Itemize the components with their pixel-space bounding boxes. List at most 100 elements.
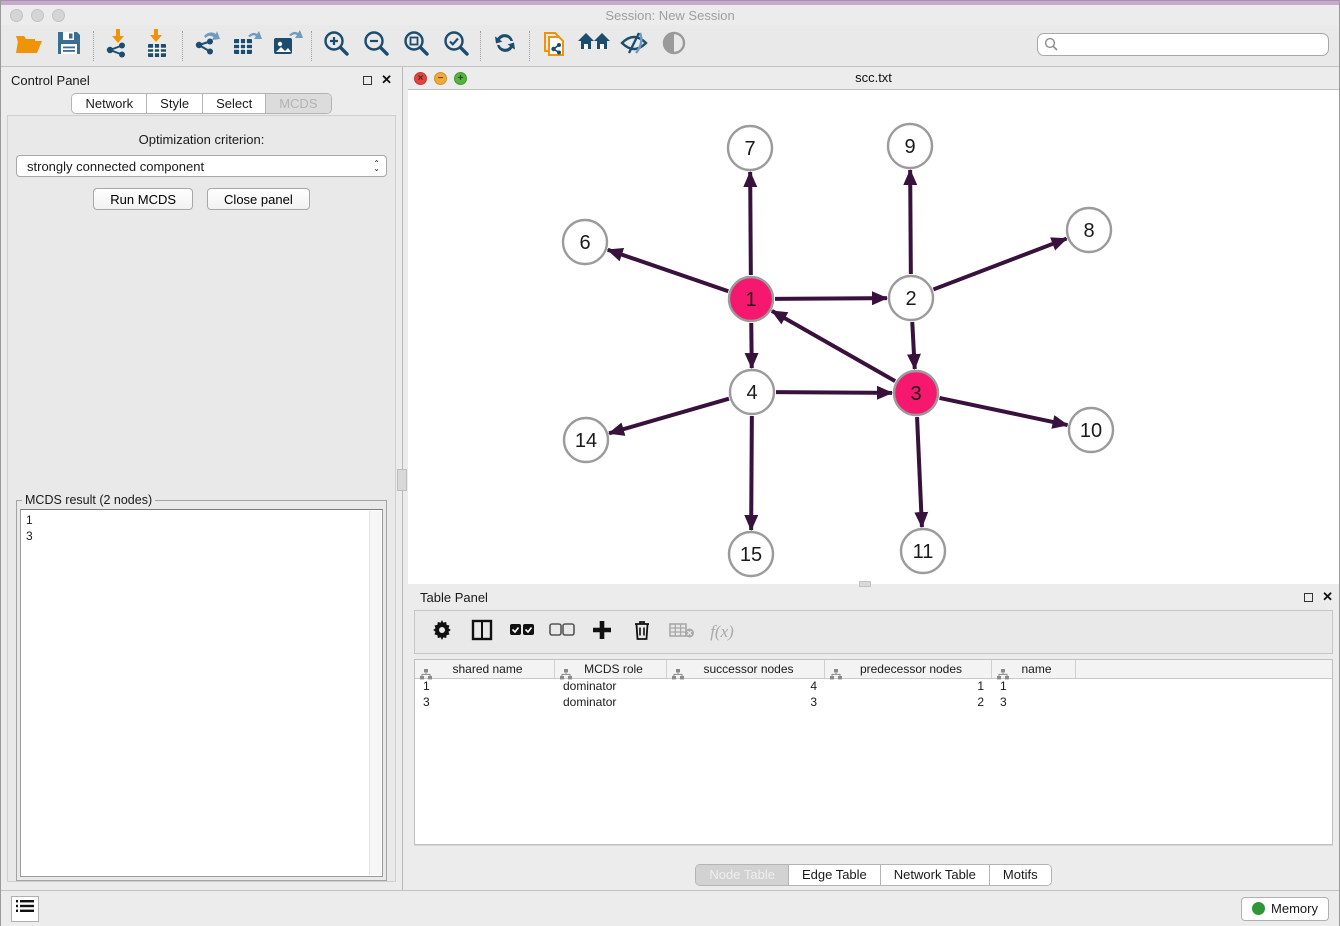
deselect-all-button[interactable] xyxy=(547,617,577,647)
apply-style-button[interactable] xyxy=(614,28,654,64)
graph-edge-2-9[interactable] xyxy=(910,170,911,274)
column-header-predecessor-nodes[interactable]: predecessor nodes xyxy=(825,660,992,678)
svg-text:15: 15 xyxy=(740,544,762,566)
save-session-button[interactable] xyxy=(49,28,89,64)
table-row[interactable]: 1dominator411 xyxy=(415,679,1332,695)
graph-node-8[interactable]: 8 xyxy=(1067,208,1111,252)
mcds-result-textarea[interactable]: 1 3 xyxy=(20,509,383,877)
refresh-view-button[interactable] xyxy=(485,28,525,64)
column-header-MCDS-role[interactable]: MCDS role xyxy=(555,660,667,678)
horizontal-splitter-handle[interactable] xyxy=(859,581,871,587)
table-cell[interactable]: 2 xyxy=(825,695,992,711)
graph-edge-4-3[interactable] xyxy=(776,392,892,393)
zoom-fit-button[interactable] xyxy=(396,28,436,64)
column-header-name[interactable]: name xyxy=(992,660,1076,678)
select-all-button[interactable] xyxy=(507,617,537,647)
search-input[interactable] xyxy=(1037,33,1329,56)
table-cell[interactable]: 4 xyxy=(667,679,825,695)
tab-node-table[interactable]: Node Table xyxy=(696,865,789,885)
tab-motifs[interactable]: Motifs xyxy=(990,865,1051,885)
graph-node-4[interactable]: 4 xyxy=(730,370,774,414)
graph-node-7[interactable]: 7 xyxy=(728,126,772,170)
main-toolbar xyxy=(1,25,1339,67)
add-column-button[interactable] xyxy=(587,617,617,647)
graph-edge-1-7[interactable] xyxy=(750,172,751,275)
graph-edge-3-10[interactable] xyxy=(939,398,1067,425)
graph-edge-3-1[interactable] xyxy=(772,310,895,380)
table-cell[interactable]: 1 xyxy=(992,679,1076,695)
table-settings-button[interactable] xyxy=(427,617,457,647)
export-image-button[interactable] xyxy=(267,28,307,64)
table-cell[interactable]: dominator xyxy=(555,679,667,695)
graph-edge-3-11[interactable] xyxy=(917,417,922,527)
zoom-out-button[interactable] xyxy=(356,28,396,64)
close-panel-button[interactable]: Close panel xyxy=(207,188,310,210)
table-cell[interactable]: 1 xyxy=(415,679,555,695)
maximize-window-button[interactable] xyxy=(52,9,65,22)
tab-mcds[interactable]: MCDS xyxy=(266,94,330,113)
svg-text:4: 4 xyxy=(746,382,757,404)
network-view-canvas[interactable]: 7 9 6 8 1 2 4 3 14 10 15 11 xyxy=(408,90,1339,584)
float-panel-icon[interactable] xyxy=(363,76,372,85)
node-table[interactable]: shared nameMCDS rolesuccessor nodesprede… xyxy=(414,659,1333,845)
network-graph[interactable]: 7 9 6 8 1 2 4 3 14 10 15 11 xyxy=(408,90,1334,595)
delete-table-button[interactable] xyxy=(667,617,697,647)
table-row[interactable]: 3dominator323 xyxy=(415,695,1332,711)
tab-select[interactable]: Select xyxy=(203,94,266,113)
export-table-button[interactable] xyxy=(227,28,267,64)
table-cell[interactable]: 3 xyxy=(992,695,1076,711)
table-hscrollbar[interactable] xyxy=(414,845,1333,861)
column-header-successor-nodes[interactable]: successor nodes xyxy=(667,660,825,678)
import-network-button[interactable] xyxy=(98,28,138,64)
table-cell[interactable]: dominator xyxy=(555,695,667,711)
graph-edge-4-14[interactable] xyxy=(609,398,729,433)
graph-node-6[interactable]: 6 xyxy=(563,220,607,264)
graph-node-14[interactable]: 14 xyxy=(564,418,608,462)
network-close-button[interactable]: × xyxy=(414,72,427,85)
minimize-window-button[interactable] xyxy=(31,9,44,22)
result-scrollbar[interactable] xyxy=(369,511,381,875)
tab-style[interactable]: Style xyxy=(147,94,203,113)
splitter-handle[interactable] xyxy=(397,469,407,491)
run-mcds-button[interactable]: Run MCDS xyxy=(93,188,193,210)
table-cell[interactable]: 1 xyxy=(825,679,992,695)
delete-column-button[interactable] xyxy=(627,617,657,647)
tab-network[interactable]: Network xyxy=(72,94,147,113)
memory-button[interactable]: Memory xyxy=(1241,897,1329,921)
graph-node-2[interactable]: 2 xyxy=(889,276,933,320)
column-header-shared-name[interactable]: shared name xyxy=(415,660,555,678)
tab-network-table[interactable]: Network Table xyxy=(881,865,990,885)
table-cell[interactable]: 3 xyxy=(667,695,825,711)
graph-node-3[interactable]: 3 xyxy=(894,371,938,415)
svg-text:6: 6 xyxy=(579,232,590,254)
export-network-button[interactable] xyxy=(187,28,227,64)
network-maximize-button[interactable]: + xyxy=(454,72,467,85)
close-panel-icon[interactable]: ✕ xyxy=(381,75,392,85)
graph-edge-4-15[interactable] xyxy=(751,416,752,530)
zoom-selected-button[interactable] xyxy=(436,28,476,64)
graph-node-15[interactable]: 15 xyxy=(729,532,773,576)
table-cell[interactable]: 3 xyxy=(415,695,555,711)
zoom-in-button[interactable] xyxy=(316,28,356,64)
open-session-button[interactable] xyxy=(9,28,49,64)
task-history-button[interactable] xyxy=(11,896,39,922)
close-window-button[interactable] xyxy=(10,9,23,22)
graph-edge-2-3[interactable] xyxy=(912,322,914,369)
graph-node-11[interactable]: 11 xyxy=(901,529,945,573)
network-window-titlebar[interactable]: × − + scc.txt xyxy=(408,67,1339,90)
function-builder-button[interactable]: f(x) xyxy=(707,617,737,647)
graph-node-1[interactable]: 1 xyxy=(729,277,773,321)
show-all-networks-button[interactable] xyxy=(574,28,614,64)
graph-edge-1-6[interactable] xyxy=(608,249,729,290)
graph-node-9[interactable]: 9 xyxy=(888,124,932,168)
duplicate-network-button[interactable] xyxy=(534,28,574,64)
network-minimize-button[interactable]: − xyxy=(434,72,447,85)
column-layout-button[interactable] xyxy=(467,617,497,647)
criterion-dropdown[interactable]: strongly connected component ⌃⌄ xyxy=(16,155,387,177)
tab-edge-table[interactable]: Edge Table xyxy=(789,865,881,885)
toggle-view-button[interactable] xyxy=(654,28,694,64)
graph-node-10[interactable]: 10 xyxy=(1069,408,1113,452)
import-table-button[interactable] xyxy=(138,28,178,64)
graph-edge-2-8[interactable] xyxy=(933,238,1066,289)
graph-edge-1-2[interactable] xyxy=(775,298,887,299)
